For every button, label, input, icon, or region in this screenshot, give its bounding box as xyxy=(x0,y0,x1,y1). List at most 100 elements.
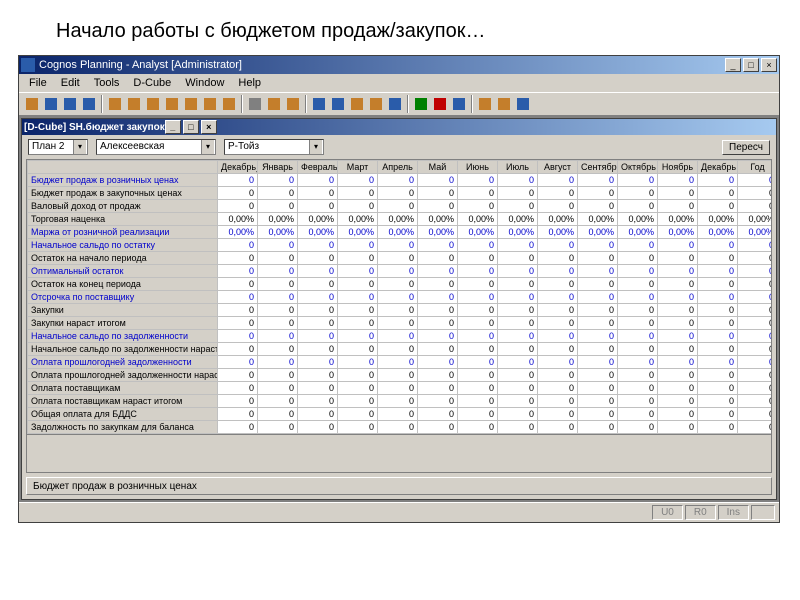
data-cell[interactable]: 0,00% xyxy=(658,213,698,226)
data-cell[interactable]: 0 xyxy=(378,239,418,252)
data-cell[interactable]: 0,00% xyxy=(338,213,378,226)
data-cell[interactable]: 0 xyxy=(698,369,738,382)
data-cell[interactable]: 0 xyxy=(218,395,258,408)
data-cell[interactable]: 0 xyxy=(618,291,658,304)
data-cell[interactable]: 0 xyxy=(418,239,458,252)
data-cell[interactable]: 0 xyxy=(458,200,498,213)
data-cell[interactable]: 0 xyxy=(498,408,538,421)
row-header[interactable]: Оплата поставщикам нараст итогом xyxy=(28,395,218,408)
toolbar-btn-4[interactable] xyxy=(106,95,124,113)
data-cell[interactable]: 0 xyxy=(258,382,298,395)
inner-close-button[interactable]: × xyxy=(201,120,217,134)
data-cell[interactable]: 0 xyxy=(378,200,418,213)
row-header[interactable]: Оплата поставщикам xyxy=(28,382,218,395)
data-cell[interactable]: 0 xyxy=(418,252,458,265)
formula-bar[interactable]: Бюджет продаж в розничных ценах xyxy=(26,477,772,495)
data-cell[interactable]: 0 xyxy=(618,239,658,252)
data-cell[interactable]: 0 xyxy=(618,252,658,265)
row-header[interactable]: Закупки xyxy=(28,304,218,317)
data-cell[interactable]: 0 xyxy=(258,356,298,369)
data-cell[interactable]: 0,00% xyxy=(498,226,538,239)
data-cell[interactable]: 0 xyxy=(698,278,738,291)
data-cell[interactable]: 0 xyxy=(378,408,418,421)
data-cell[interactable]: 0 xyxy=(338,356,378,369)
data-cell[interactable]: 0 xyxy=(658,343,698,356)
row-header[interactable]: Общая оплата для БДДС xyxy=(28,408,218,421)
data-cell[interactable]: 0 xyxy=(578,356,618,369)
data-cell[interactable]: 0 xyxy=(338,317,378,330)
data-cell[interactable]: 0 xyxy=(298,291,338,304)
data-cell[interactable]: 0 xyxy=(458,265,498,278)
data-cell[interactable]: 0 xyxy=(538,252,578,265)
data-cell[interactable]: 0 xyxy=(698,174,738,187)
data-cell[interactable]: 0 xyxy=(658,291,698,304)
data-cell[interactable]: 0 xyxy=(258,369,298,382)
data-cell[interactable]: 0 xyxy=(658,369,698,382)
data-cell[interactable]: 0,00% xyxy=(538,226,578,239)
data-cell[interactable]: 0,00% xyxy=(538,213,578,226)
row-header[interactable]: Торговая наценка xyxy=(28,213,218,226)
data-cell[interactable]: 0 xyxy=(418,330,458,343)
data-cell[interactable]: 0 xyxy=(498,278,538,291)
col-header[interactable]: Январь xyxy=(258,161,298,174)
data-cell[interactable]: 0 xyxy=(258,265,298,278)
row-header[interactable]: Оплата прошлогодней задолженности нараст… xyxy=(28,369,218,382)
data-cell[interactable]: 0 xyxy=(378,304,418,317)
data-cell[interactable]: 0,00% xyxy=(578,226,618,239)
toolbar-btn-24[interactable] xyxy=(514,95,532,113)
data-cell[interactable]: 0 xyxy=(258,408,298,421)
data-cell[interactable]: 0 xyxy=(498,187,538,200)
data-cell[interactable]: 0 xyxy=(538,343,578,356)
data-cell[interactable]: 0 xyxy=(658,200,698,213)
data-cell[interactable]: 0 xyxy=(578,317,618,330)
data-cell[interactable]: 0 xyxy=(658,187,698,200)
data-cell[interactable]: 0 xyxy=(618,174,658,187)
row-header[interactable]: Оптимальный остаток xyxy=(28,265,218,278)
data-cell[interactable]: 0 xyxy=(298,187,338,200)
data-cell[interactable]: 0 xyxy=(538,330,578,343)
data-cell[interactable]: 0 xyxy=(258,304,298,317)
data-cell[interactable]: 0 xyxy=(538,278,578,291)
data-cell[interactable]: 0 xyxy=(298,408,338,421)
data-cell[interactable]: 0 xyxy=(218,382,258,395)
data-cell[interactable]: 0 xyxy=(618,187,658,200)
toolbar-btn-17[interactable] xyxy=(367,95,385,113)
data-cell[interactable]: 0,00% xyxy=(378,226,418,239)
data-cell[interactable]: 0 xyxy=(458,239,498,252)
data-cell[interactable]: 0 xyxy=(538,200,578,213)
data-cell[interactable]: 0 xyxy=(698,187,738,200)
col-header[interactable]: Декабрь_Пред xyxy=(218,161,258,174)
data-cell[interactable]: 0 xyxy=(538,291,578,304)
col-header[interactable]: Июнь xyxy=(458,161,498,174)
data-cell[interactable]: 0 xyxy=(658,265,698,278)
data-cell[interactable]: 0 xyxy=(458,174,498,187)
data-cell[interactable]: 0 xyxy=(498,317,538,330)
data-cell[interactable]: 0 xyxy=(498,252,538,265)
data-cell[interactable]: 0 xyxy=(658,330,698,343)
toolbar-btn-19[interactable] xyxy=(412,95,430,113)
col-header[interactable]: Август xyxy=(538,161,578,174)
toolbar-btn-2[interactable] xyxy=(61,95,79,113)
col-header[interactable]: Март xyxy=(338,161,378,174)
data-cell[interactable]: 0 xyxy=(218,265,258,278)
data-cell[interactable]: 0 xyxy=(258,291,298,304)
data-cell[interactable]: 0,00% xyxy=(298,213,338,226)
data-cell[interactable]: 0 xyxy=(338,395,378,408)
data-cell[interactable]: 0 xyxy=(458,408,498,421)
data-cell[interactable]: 0 xyxy=(418,304,458,317)
menu-window[interactable]: Window xyxy=(179,76,230,90)
data-cell[interactable]: 0 xyxy=(298,343,338,356)
col-header[interactable]: Февраль xyxy=(298,161,338,174)
toolbar-btn-13[interactable] xyxy=(284,95,302,113)
data-cell[interactable]: 0 xyxy=(418,187,458,200)
data-cell[interactable]: 0 xyxy=(418,421,458,434)
toolbar-btn-7[interactable] xyxy=(163,95,181,113)
data-cell[interactable]: 0 xyxy=(218,330,258,343)
data-cell[interactable]: 0 xyxy=(658,304,698,317)
data-cell[interactable]: 0,00% xyxy=(258,213,298,226)
data-cell[interactable]: 0 xyxy=(378,382,418,395)
data-cell[interactable]: 0 xyxy=(418,278,458,291)
data-cell[interactable]: 0 xyxy=(698,356,738,369)
data-cell[interactable]: 0 xyxy=(378,369,418,382)
data-cell[interactable]: 0 xyxy=(218,200,258,213)
